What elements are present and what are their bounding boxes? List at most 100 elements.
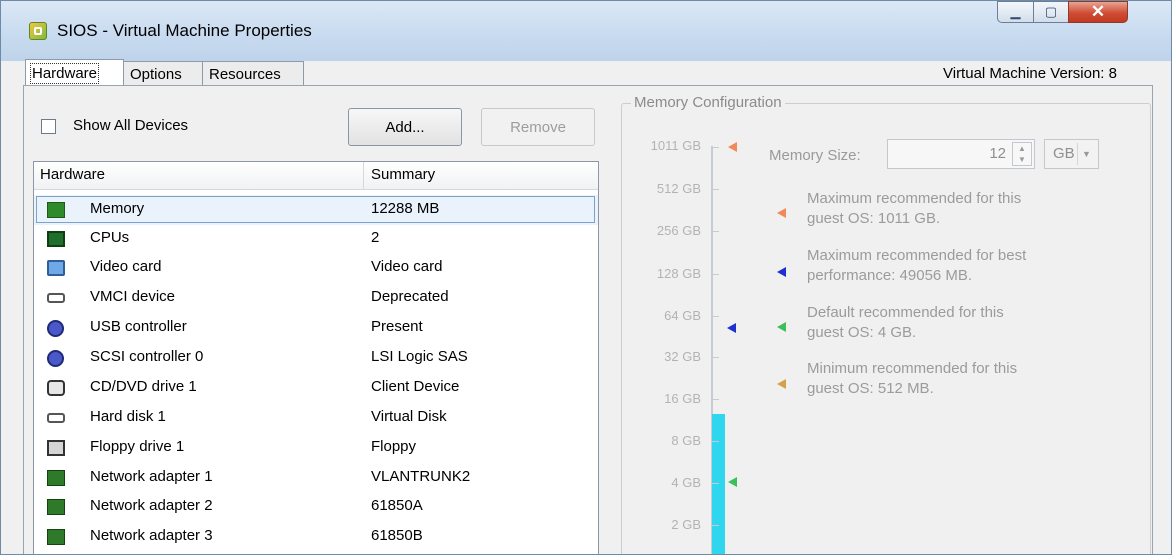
row-name: Floppy drive 1 (90, 438, 185, 455)
row-summary: Video card (371, 258, 443, 275)
table-row[interactable]: Floppy drive 1 Floppy (34, 433, 598, 463)
row-summary: Present (371, 318, 423, 335)
show-all-devices-label[interactable]: Show All Devices (73, 117, 188, 134)
minimize-icon: ▁ (1010, 4, 1021, 19)
scale-label: 128 GB (656, 266, 701, 281)
table-row[interactable]: Video card Video card (34, 253, 598, 283)
row-name: Network adapter 1 (90, 468, 213, 485)
min-os-recommendation: Minimum recommended for this guest OS: 5… (807, 359, 1107, 399)
vmci-device-icon (47, 293, 65, 303)
tab-resources[interactable]: Resources (202, 61, 304, 86)
max-performance-marker-icon (727, 323, 736, 333)
memory-unit-select[interactable]: GB ▼ (1044, 139, 1099, 169)
add-button[interactable]: Add... (348, 108, 462, 146)
network-adapter-icon (47, 470, 65, 486)
monitor-icon (47, 260, 65, 276)
default-os-marker-icon (728, 477, 737, 487)
row-summary: 12288 MB (371, 200, 440, 217)
default-os-legend-icon (777, 322, 786, 332)
row-name: SCSI controller 0 (90, 348, 204, 365)
tab-resources-label: Resources (209, 65, 281, 83)
scsi-controller-icon (47, 350, 64, 367)
table-row[interactable]: Network adapter 2 61850A (34, 492, 598, 522)
network-adapter-icon (47, 529, 65, 545)
tab-hardware[interactable]: Hardware (25, 59, 124, 86)
memory-configuration-legend: Memory Configuration (631, 94, 785, 111)
table-row[interactable]: CD/DVD drive 1 Client Device (34, 373, 598, 403)
row-name: VMCI device (90, 288, 176, 305)
table-row[interactable]: Network adapter 1 VLANTRUNK2 (34, 463, 598, 493)
maximize-icon: ▢ (1044, 4, 1058, 19)
scale-tick (711, 525, 719, 526)
max-os-marker-icon (728, 142, 737, 152)
close-icon: ✕ (1090, 2, 1106, 21)
memory-size-spinner[interactable]: ▲ ▼ (1012, 142, 1032, 166)
vm-version-label: Virtual Machine Version: 8 (943, 65, 1117, 82)
table-row[interactable]: Hard disk 1 Virtual Disk (34, 403, 598, 433)
tab-hardware-label: Hardware (29, 62, 100, 84)
hard-disk-icon (47, 413, 65, 423)
table-row[interactable]: Memory 12288 MB (34, 195, 598, 225)
row-name: Hard disk 1 (90, 408, 166, 425)
recommendation-line: Maximum recommended for best (807, 247, 1027, 264)
chevron-down-icon: ▼ (1077, 143, 1095, 165)
floppy-icon (47, 440, 65, 456)
minimize-button[interactable]: ▁ (997, 1, 1034, 23)
scale-tick (711, 274, 719, 275)
table-row[interactable]: CPUs 2 (34, 224, 598, 254)
vm-properties-window: SIOS - Virtual Machine Properties ▁ ▢ ✕ … (0, 0, 1172, 555)
memory-icon (47, 202, 65, 218)
scale-label: 1011 GB (650, 138, 701, 153)
maximize-button[interactable]: ▢ (1033, 1, 1069, 23)
row-summary: VLANTRUNK2 (371, 468, 471, 485)
scale-label: 8 GB (671, 433, 701, 448)
table-row[interactable]: Network adapter 3 61850B (34, 522, 598, 552)
row-name: CD/DVD drive 1 (90, 378, 197, 395)
column-divider[interactable] (363, 162, 364, 189)
recommendation-line: guest OS: 512 MB. (807, 380, 934, 397)
memory-size-input[interactable]: 12 ▲ ▼ (887, 139, 1035, 169)
memory-size-label: Memory Size: (769, 147, 861, 164)
row-name: Memory (90, 200, 145, 217)
close-button[interactable]: ✕ (1068, 1, 1128, 23)
cd-drive-icon (47, 380, 65, 396)
scale-label: 64 GB (664, 308, 701, 323)
recommendation-line: Maximum recommended for this (807, 190, 1022, 207)
table-row[interactable]: USB controller Present (34, 313, 598, 343)
hardware-list-header: Hardware Summary (34, 162, 598, 190)
vsphere-app-icon (29, 22, 47, 40)
recommendation-line: performance: 49056 MB. (807, 267, 973, 284)
memory-unit-value: GB (1053, 145, 1075, 162)
hardware-list[interactable]: Hardware Summary Memory 12288 MB CPUs 2 … (33, 161, 599, 554)
memory-slider-fill (712, 414, 725, 554)
scale-label: 16 GB (664, 391, 701, 406)
column-header-hardware[interactable]: Hardware (40, 166, 105, 183)
recommendation-line: Minimum recommended for this (807, 360, 1018, 377)
remove-button[interactable]: Remove (481, 108, 595, 146)
scale-tick (711, 147, 719, 148)
scale-tick (711, 316, 719, 317)
memory-size-value: 12 (989, 145, 1006, 162)
row-summary: Virtual Disk (371, 408, 447, 425)
network-adapter-icon (47, 499, 65, 515)
max-os-legend-icon (777, 208, 786, 218)
max-os-recommendation: Maximum recommended for this guest OS: 1… (807, 189, 1107, 229)
scale-label: 512 GB (656, 181, 701, 196)
scale-tick (711, 231, 719, 232)
recommendation-line: guest OS: 1011 GB. (807, 210, 941, 227)
table-row[interactable]: VMCI device Deprecated (34, 283, 598, 313)
scale-tick (711, 189, 719, 190)
tab-options[interactable]: Options (123, 61, 203, 86)
scale-tick (711, 441, 719, 442)
row-name: CPUs (90, 229, 130, 246)
cpu-icon (47, 231, 65, 247)
table-row[interactable]: SCSI controller 0 LSI Logic SAS (34, 343, 598, 373)
max-performance-legend-icon (777, 267, 786, 277)
show-all-devices-checkbox[interactable] (41, 119, 56, 134)
tab-options-label: Options (130, 65, 182, 83)
row-summary: Deprecated (371, 288, 449, 305)
min-os-legend-icon (777, 379, 786, 389)
column-header-summary[interactable]: Summary (371, 166, 435, 183)
row-summary: 61850A (371, 497, 423, 514)
scale-label: 256 GB (656, 223, 701, 238)
